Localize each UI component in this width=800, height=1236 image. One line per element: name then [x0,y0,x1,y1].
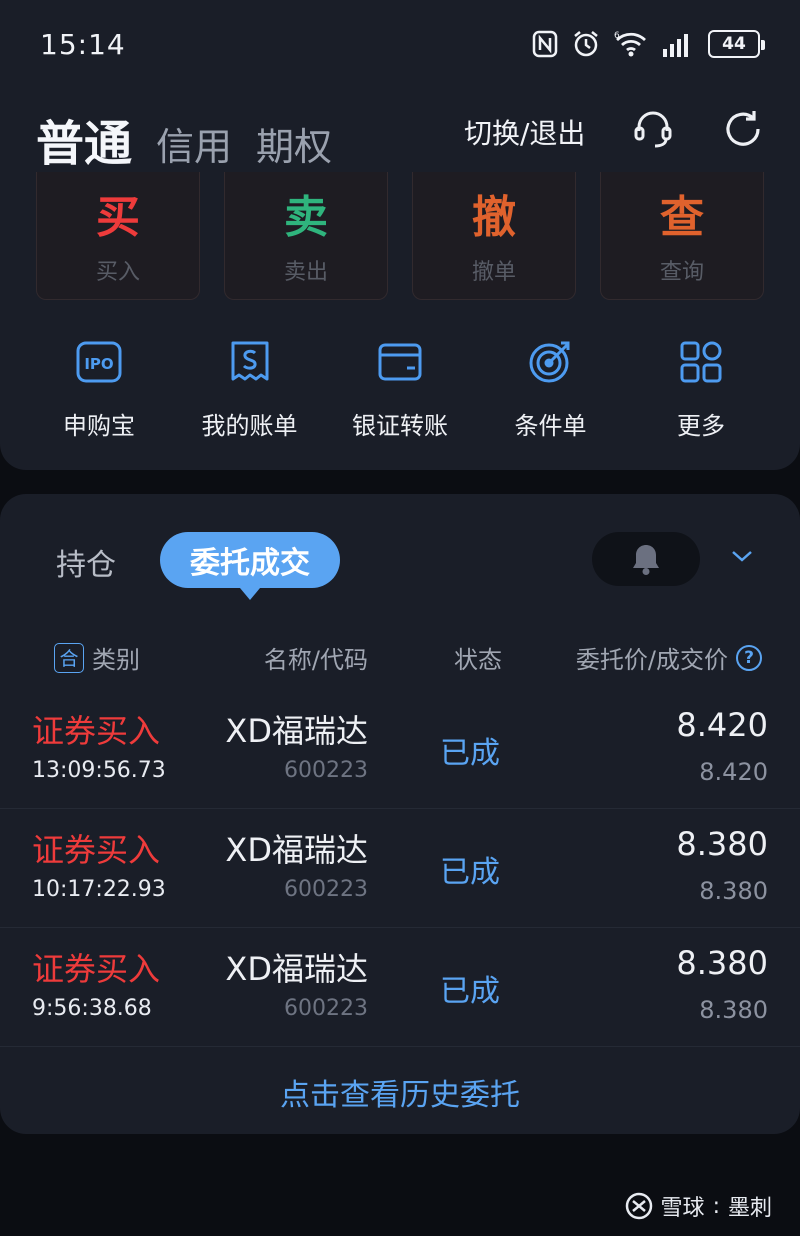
quick-transfer-label: 银证转账 [352,412,448,440]
trade-panel: 普通 信用 期权 切换/退出 买 买入 卖 卖出 撤 撤单 查 查询 IPO 申… [0,90,800,470]
switch-exit-button[interactable]: 切换/退出 [464,112,585,152]
quick-condition-order[interactable]: 条件单 [476,338,626,441]
order-price: 8.420 [676,706,768,744]
quick-bill-label: 我的账单 [201,412,298,440]
quick-ipo-label: 申购宝 [63,412,135,440]
nfc-icon [532,30,558,58]
battery-indicator: 44 [708,30,765,58]
trade-buttons-row: 买 买入 卖 卖出 撤 撤单 查 查询 [36,172,764,300]
order-row[interactable]: 证券买入 9:56:38.68 XD福瑞达 600223 已成 8.380 8.… [0,928,800,1047]
quick-transfer[interactable]: 银证转账 [325,338,475,441]
cancel-small-label: 撤单 [471,260,516,285]
sell-big-label: 卖 [284,192,328,243]
customer-service-icon[interactable] [630,106,676,152]
buy-button[interactable]: 买 买入 [36,172,200,300]
sell-button[interactable]: 卖 卖出 [224,172,388,300]
header-type-label: 类别 [92,646,140,674]
order-type: 证券买入 [32,831,161,869]
wallet-icon [376,338,424,386]
status-bar: 15:14 6 44 [0,0,800,90]
signal-icon [663,34,688,57]
tab-options[interactable]: 期权 [256,116,332,171]
header-state: 状态 [454,646,502,674]
buy-small-label: 买入 [95,260,140,285]
status-time: 15:14 [40,28,126,61]
order-row[interactable]: 证券买入 13:09:56.73 XD福瑞达 600223 已成 8.420 8… [0,690,800,809]
target-icon [527,338,575,386]
deal-price: 8.380 [699,877,768,905]
orders-column-header: 合 类别 名称/代码 状态 委托价/成交价 ? [0,640,800,674]
stock-name: XD福瑞达 [225,712,368,750]
header-price: 委托价/成交价 ? [576,640,762,675]
order-price: 8.380 [676,944,768,982]
order-time: 13:09:56.73 [32,758,166,783]
chevron-down-icon[interactable] [730,548,754,568]
account-type-tabs: 普通 信用 期权 [36,104,332,174]
grid-icon [677,338,725,386]
tab-normal[interactable]: 普通 [36,104,132,174]
bill-icon [226,338,274,386]
ipo-icon: IPO [75,338,123,386]
status-icons: 6 44 [532,30,765,58]
order-type: 证券买入 [32,950,161,988]
order-state: 已成 [440,855,500,890]
quick-more[interactable]: 更多 [626,338,776,441]
buy-big-label: 买 [96,192,140,243]
refresh-icon[interactable] [720,106,766,152]
order-time: 9:56:38.68 [32,996,152,1021]
cancel-big-label: 撤 [472,192,516,243]
deal-price: 8.380 [699,996,768,1024]
wifi-icon: 6 [614,31,646,57]
quick-more-label: 更多 [677,412,725,440]
query-small-label: 查询 [659,260,704,285]
deal-price: 8.420 [699,758,768,786]
history-orders-link[interactable]: 点击查看历史委托 [0,1070,800,1114]
query-big-label: 查 [660,192,704,243]
order-time: 10:17:22.93 [32,877,166,902]
quick-bill[interactable]: 我的账单 [175,338,325,441]
help-icon[interactable]: ? [736,644,762,671]
quick-ipo[interactable]: IPO 申购宝 [24,338,174,441]
tab-holdings[interactable]: 持仓 [56,540,116,584]
orders-tabs: 持仓 委托成交 [0,532,800,600]
bell-icon [633,545,659,575]
merge-badge[interactable]: 合 [54,642,84,673]
sell-small-label: 卖出 [283,260,328,285]
orders-list: 证券买入 13:09:56.73 XD福瑞达 600223 已成 8.420 8… [0,690,800,1047]
tab-credit[interactable]: 信用 [156,116,232,171]
order-type: 证券买入 [32,712,161,750]
stock-name: XD福瑞达 [225,950,368,988]
stock-code: 600223 [284,758,368,783]
order-row[interactable]: 证券买入 10:17:22.93 XD福瑞达 600223 已成 8.380 8… [0,809,800,928]
order-state: 已成 [440,974,500,1009]
cancel-order-button[interactable]: 撤 撤单 [412,172,576,300]
stock-name: XD福瑞达 [225,831,368,869]
tab-orders-trades[interactable]: 委托成交 [160,532,340,600]
quick-actions-row: IPO 申购宝 我的账单 银证转账 条件单 更多 [24,338,776,441]
watermark-brand: 雪球 [660,1196,705,1221]
orders-panel: 持仓 委托成交 合 类别 名称/代码 状态 委托价/成交价 ? 证券买入 13:… [0,494,800,1134]
quick-condition-label: 条件单 [514,412,587,440]
header-type: 合 类别 [54,640,140,675]
order-price: 8.380 [676,825,768,863]
svg-text:IPO: IPO [84,355,113,373]
query-button[interactable]: 查 查询 [600,172,764,300]
alarm-icon [574,31,598,57]
header-name-code: 名称/代码 [263,646,368,674]
svg-text:6: 6 [614,31,620,41]
stock-code: 600223 [284,877,368,902]
watermark-author: 墨刺 [727,1196,772,1221]
notification-toggle[interactable] [592,532,700,586]
order-state: 已成 [440,736,500,771]
snowball-logo-icon [625,1192,652,1220]
watermark: 雪球 : 墨刺 [625,1190,772,1222]
watermark-separator: : [712,1193,720,1219]
stock-code: 600223 [284,996,368,1021]
header-price-label: 委托价/成交价 [575,646,728,674]
